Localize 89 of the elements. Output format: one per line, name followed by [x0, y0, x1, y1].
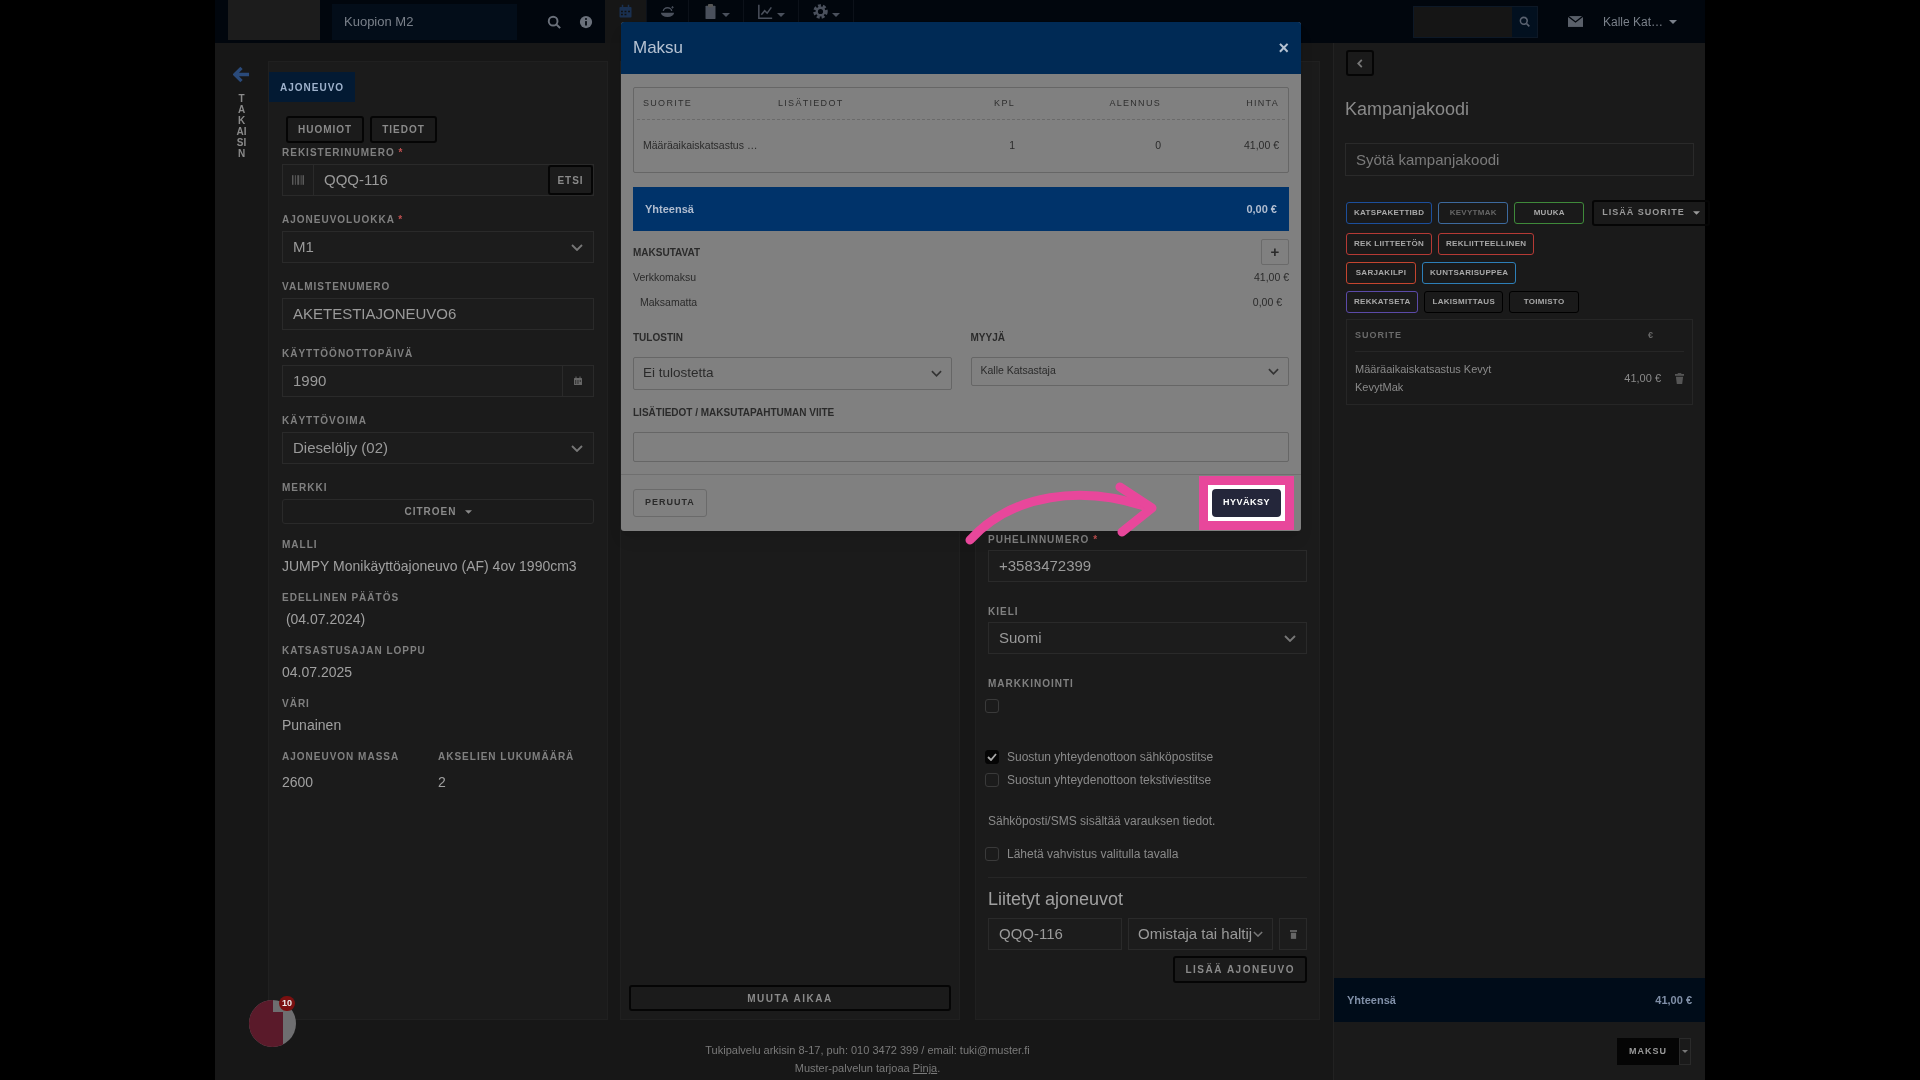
checkbox-label: Lähetä vahvistus valitulla tavalla: [1007, 846, 1179, 863]
column-header: ALENNUS: [1108, 96, 1162, 110]
outline-button[interactable]: HUOMIOT: [286, 116, 365, 143]
select-field[interactable]: Dieselöljy (02): [282, 432, 594, 464]
table-cell-text: 41,00 €: [1242, 138, 1280, 154]
add-service-button[interactable]: LISÄÄ SUORITE: [1592, 200, 1710, 226]
tag-button[interactable]: SARJAKILPI: [1346, 262, 1416, 284]
field-label: KATSASTUSAJAN LOPPU: [282, 644, 427, 658]
table-cell-text: 1: [1008, 138, 1016, 154]
column-header: KPL: [993, 96, 1016, 110]
tag-button[interactable]: REKLIITTEELLINEN: [1438, 233, 1535, 255]
field-value: JUMPY Monikäyttöajoneuvo (AF) 4ov 1990cm3: [282, 557, 578, 576]
field-value: 2: [438, 773, 447, 792]
campaign-code-field[interactable]: Syötä kampanjakoodi: [1345, 143, 1694, 176]
payment-method: Maksamatta: [640, 294, 698, 310]
user-menu[interactable]: Kalle Kat…: [1602, 12, 1677, 31]
add-vehicle-button[interactable]: LISÄÄ AJONEUVO: [1173, 956, 1307, 983]
column-header: €: [1648, 328, 1654, 342]
column-header: SUORITE: [642, 96, 694, 110]
table-cell-text: 41,00 €: [1623, 370, 1662, 386]
footer-text: Muster-palvelun tarjoaa Pinja.: [794, 1061, 941, 1076]
outline-button[interactable]: TIEDOT: [370, 116, 437, 143]
sidebar-heading: Kampanjakoodi: [1345, 98, 1471, 121]
close-button[interactable]: ×: [1278, 34, 1289, 62]
field-label: VALMISTENUMERO: [282, 280, 392, 294]
column-header: LISÄTIEDOT: [777, 96, 845, 110]
note-text: Sähköposti/SMS sisältää varauksen tiedot.: [988, 813, 1217, 830]
field-label: AJONEUVOLUOKKA *: [282, 213, 405, 227]
dropdown-button[interactable]: CITROEN: [282, 499, 594, 524]
field-label: AKSELIEN LUKUMÄÄRÄ: [438, 749, 576, 764]
checkbox-label: Suostun yhteydenottoon tekstiviestitse: [1007, 772, 1212, 789]
select-field[interactable]: Omistaja tai haltij: [1128, 918, 1273, 950]
table-cell-text: Määräaikaiskatsastus …: [642, 138, 759, 154]
tag-button[interactable]: TOIMISTO: [1509, 291, 1580, 313]
field-value: (04.07.2024): [284, 610, 367, 629]
field-value: Punainen: [282, 716, 343, 735]
field-value: 04.07.2025: [282, 663, 354, 682]
table-cell-text: Määräaikaiskatsastus Kevyt KevytMak: [1355, 362, 1493, 395]
field-label: AJONEUVON MASSA: [282, 750, 401, 764]
column-header: SUORITE: [1355, 328, 1402, 342]
select-field[interactable]: M1: [282, 231, 594, 263]
change-time-button[interactable]: MUUTA AIKAA: [629, 985, 951, 1011]
total-label: Yhteensä: [645, 201, 694, 217]
field-label: VÄRI: [282, 696, 311, 711]
field-label: LISÄTIEDOT / MAKSUTAPAHTUMAN VIITE: [633, 405, 836, 420]
add-button[interactable]: +: [1261, 239, 1289, 265]
input-field[interactable]: +3583472399: [988, 550, 1307, 582]
accept-button[interactable]: HYVÄKSY: [1212, 488, 1281, 517]
column-header: HINTA: [1245, 96, 1280, 110]
input-field[interactable]: QQQ-116: [988, 918, 1122, 950]
search-field[interactable]: Kuopion M2: [332, 3, 517, 40]
total-value: 41,00 €: [1655, 992, 1692, 1008]
table-cell-text: 0: [1154, 138, 1162, 154]
field-label: TULOSTIN: [633, 330, 684, 345]
field-label: KÄYTTÖÖNOTTOPÄIVÄ: [282, 346, 415, 361]
section-label: MAKSUTAVAT: [633, 245, 701, 260]
field-label: MARKKINOINTI: [988, 677, 1074, 691]
field-label: REKISTERINUMERO *: [282, 146, 405, 160]
field-label: PUHELINNUMERO *: [988, 533, 1099, 547]
back-button[interactable]: TAKAISIN: [233, 66, 250, 159]
section-heading: Liitetyt ajoneuvot: [988, 888, 1125, 911]
cancel-button[interactable]: PERUUTA: [633, 488, 707, 517]
payment-amount: 41,00 €: [1253, 270, 1289, 285]
select-field[interactable]: Suomi: [988, 622, 1307, 654]
field-label: KIELI: [988, 605, 1019, 619]
vehicle-tab[interactable]: AJONEUVO: [269, 72, 356, 102]
field-label: EDELLINEN PÄÄTÖS: [282, 590, 401, 605]
input-field[interactable]: AKETESTIAJONEUVO6: [282, 298, 594, 330]
field-value: 2600: [282, 773, 315, 792]
field-label: KÄYTTÖVOIMA: [282, 413, 368, 428]
tag-button[interactable]: KUNTSARISUPPEA: [1422, 262, 1517, 284]
total-value: 0,00 €: [1246, 201, 1277, 217]
field-label: MERKKI: [282, 481, 329, 495]
field-label: MALLI: [282, 538, 319, 552]
tag-button[interactable]: KATSPAKETTIBD: [1346, 202, 1433, 224]
tag-button[interactable]: REKKATSETA: [1346, 291, 1419, 313]
tag-button[interactable]: MUUKA: [1514, 202, 1585, 224]
footer-text: Tukipalvelu arkisin 8-17, puh: 010 3472 399 / email: tuki@muster.fi: [705, 1042, 1030, 1058]
select-field[interactable]: Ei tulostetta: [633, 356, 952, 390]
tag-button[interactable]: REK LIITTEETÖN: [1346, 233, 1432, 255]
tag-button[interactable]: LAKISMITTAUS: [1424, 291, 1504, 313]
total-label: Yhteensä: [1347, 992, 1396, 1008]
payment-amount: 0,00 €: [1252, 294, 1282, 310]
select-field[interactable]: Kalle Katsastaja: [970, 356, 1289, 386]
pay-button[interactable]: MAKSU: [1617, 1038, 1679, 1065]
modal-title: Maksu: [633, 37, 684, 60]
payment-method: Verkkomaksu: [633, 270, 697, 285]
field-label: MYYJÄ: [970, 330, 1006, 345]
checkbox-label: Suostun yhteydenottoon sähköpostitse: [1007, 749, 1214, 766]
